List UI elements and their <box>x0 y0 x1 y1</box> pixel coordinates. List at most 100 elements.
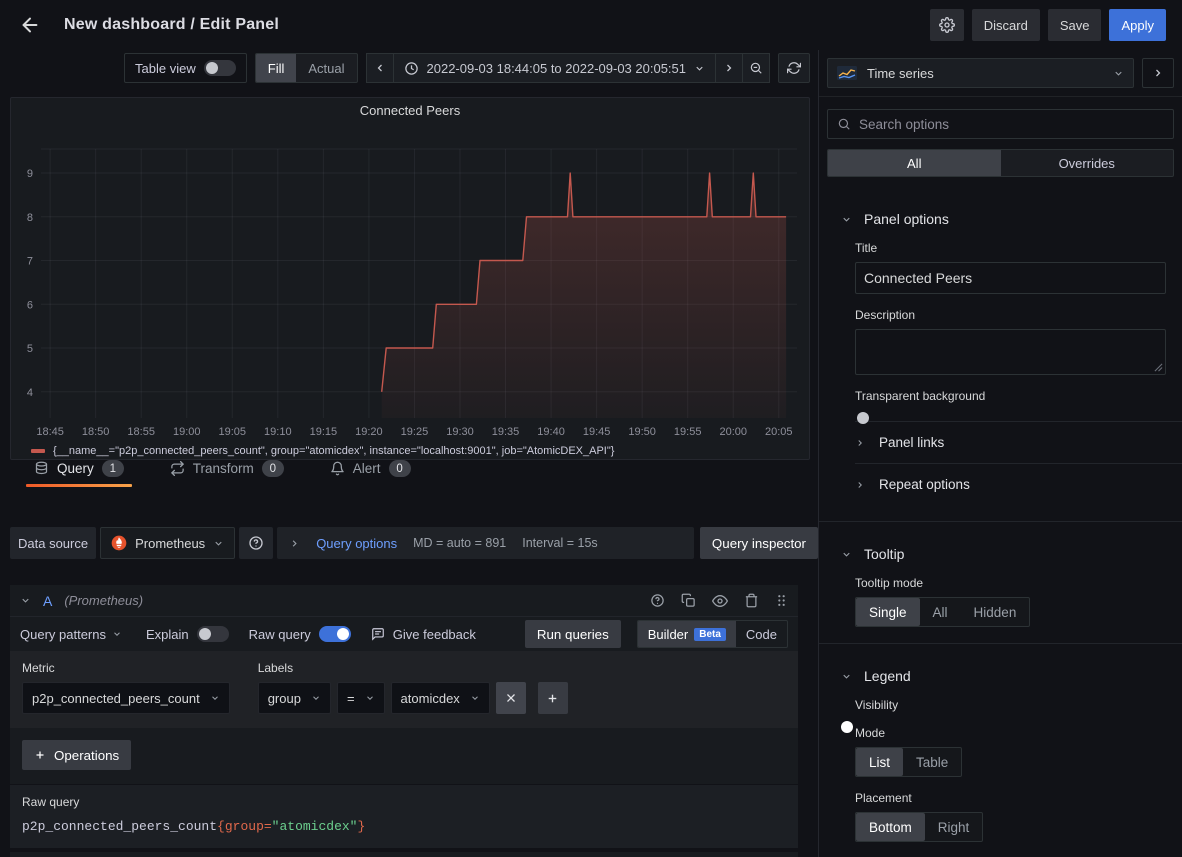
database-icon <box>34 461 49 476</box>
query-patterns-dropdown[interactable]: Query patterns <box>20 627 122 642</box>
main-column: Table view Fill Actual 2022-09-03 18:44:… <box>0 50 818 857</box>
svg-text:6: 6 <box>27 299 33 311</box>
legend-placement-right[interactable]: Right <box>925 813 983 841</box>
panel-toolbar: Table view Fill Actual 2022-09-03 18:44:… <box>0 50 818 90</box>
query-ref-id: A <box>43 593 52 609</box>
add-operations-button[interactable]: Operations <box>22 740 131 770</box>
fill-option[interactable]: Fill <box>256 54 297 82</box>
give-feedback-label: Give feedback <box>393 627 476 642</box>
explain-label: Explain <box>146 627 189 642</box>
tab-alert[interactable]: Alert 0 <box>326 452 415 485</box>
back-arrow-icon[interactable] <box>16 11 44 39</box>
chart-panel: Connected Peers 45678918:4518:5018:5519:… <box>10 97 810 460</box>
tab-transform-count: 0 <box>262 460 284 477</box>
label-key-select[interactable]: group <box>258 682 331 714</box>
query-datasource-hint: (Prometheus) <box>64 593 143 608</box>
svg-text:19:45: 19:45 <box>583 426 611 438</box>
table-view-toggle[interactable] <box>204 60 236 76</box>
actual-option[interactable]: Actual <box>296 54 356 82</box>
plus-icon <box>34 749 46 761</box>
chevron-down-icon[interactable] <box>20 595 31 606</box>
time-picker-group: 2022-09-03 18:44:05 to 2022-09-03 20:05:… <box>366 53 771 83</box>
builder-option[interactable]: Builder Beta <box>638 621 736 647</box>
table-view-group: Table view <box>124 53 247 83</box>
time-shift-forward-button[interactable] <box>715 53 743 83</box>
data-source-help-button[interactable] <box>239 527 273 559</box>
tab-query[interactable]: Query 1 <box>30 452 128 485</box>
repeat-options-row[interactable]: Repeat options <box>855 463 1182 505</box>
legend-placement-bottom[interactable]: Bottom <box>856 813 925 841</box>
tab-query-label: Query <box>57 461 94 476</box>
chevron-down-icon <box>213 538 224 549</box>
tab-overrides[interactable]: Overrides <box>1001 150 1174 176</box>
raw-metric: p2p_connected_peers_count <box>22 819 217 834</box>
run-queries-button[interactable]: Run queries <box>525 620 621 648</box>
raw-brace-open: { <box>217 819 225 834</box>
raw-query-toggle[interactable] <box>319 626 351 642</box>
chevron-down-icon <box>841 671 852 682</box>
labels-label: Labels <box>258 661 568 675</box>
data-source-picker[interactable]: Prometheus <box>100 527 235 559</box>
comment-icon <box>371 627 385 641</box>
query-options-link[interactable]: Query options <box>316 536 397 551</box>
tab-all[interactable]: All <box>828 150 1001 176</box>
tab-transform[interactable]: Transform 0 <box>166 452 288 485</box>
legend-header[interactable]: Legend <box>819 668 1182 684</box>
delete-query-trash-icon[interactable] <box>744 593 759 609</box>
query-options-footer[interactable]: Options Legend: Auto Format: Time series… <box>10 852 798 857</box>
svg-text:20:00: 20:00 <box>719 426 747 438</box>
remove-label-button[interactable] <box>496 682 526 714</box>
tooltip-mode-all[interactable]: All <box>920 598 961 626</box>
give-feedback-link[interactable]: Give feedback <box>371 627 476 642</box>
label-value-select[interactable]: atomicdex <box>391 682 490 714</box>
legend-placement-group: Bottom Right <box>855 812 983 842</box>
save-button[interactable]: Save <box>1048 9 1102 41</box>
query-options-bar[interactable]: Query options MD = auto = 891 Interval =… <box>277 527 694 559</box>
legend-mode-list[interactable]: List <box>856 748 903 776</box>
legend-mode-table[interactable]: Table <box>903 748 961 776</box>
visualization-picker[interactable]: Time series <box>827 58 1134 88</box>
panel-options-header[interactable]: Panel options <box>819 211 1182 227</box>
raw-query-block: Raw query p2p_connected_peers_count{grou… <box>10 784 798 848</box>
duplicate-query-icon[interactable] <box>681 593 696 609</box>
panel-links-row[interactable]: Panel links <box>855 421 1182 463</box>
toggle-visibility-eye-icon[interactable] <box>712 593 728 609</box>
time-series-chart[interactable]: 45678918:4518:5018:5519:0019:0519:1019:1… <box>11 122 807 439</box>
add-label-button[interactable] <box>538 682 568 714</box>
panel-settings-button[interactable] <box>930 9 964 41</box>
options-sidebar: Time series All Overrides Panel options … <box>818 50 1182 857</box>
discard-button[interactable]: Discard <box>972 9 1040 41</box>
panel-options-title: Panel options <box>864 211 949 227</box>
query-inspector-button[interactable]: Query inspector <box>700 527 818 559</box>
drag-handle-icon[interactable] <box>775 593 788 609</box>
time-range-button[interactable]: 2022-09-03 18:44:05 to 2022-09-03 20:05:… <box>393 53 717 83</box>
query-help-icon[interactable] <box>650 593 665 609</box>
visualization-picker-row: Time series <box>819 50 1182 97</box>
code-option[interactable]: Code <box>736 621 787 647</box>
time-shift-back-button[interactable] <box>366 53 394 83</box>
collapse-sidebar-button[interactable] <box>1142 58 1174 88</box>
label-operator-select[interactable]: = <box>337 682 385 714</box>
tooltip-mode-hidden[interactable]: Hidden <box>961 598 1030 626</box>
refresh-icon <box>787 61 801 75</box>
search-options-input[interactable] <box>859 117 1164 132</box>
apply-button[interactable]: Apply <box>1109 9 1166 41</box>
chevron-right-icon <box>855 480 865 490</box>
panel-description-textarea[interactable] <box>855 329 1166 375</box>
refresh-button[interactable] <box>778 53 810 83</box>
tooltip-title: Tooltip <box>864 546 904 562</box>
explain-toggle[interactable] <box>197 626 229 642</box>
query-row-header[interactable]: A (Prometheus) <box>10 585 798 617</box>
svg-text:19:30: 19:30 <box>446 426 474 438</box>
metric-field: Metric p2p_connected_peers_count <box>22 661 230 714</box>
svg-text:18:50: 18:50 <box>82 426 110 438</box>
tooltip-mode-single[interactable]: Single <box>856 598 920 626</box>
panel-title-input[interactable] <box>855 262 1166 294</box>
chevron-down-icon <box>841 549 852 560</box>
metric-select[interactable]: p2p_connected_peers_count <box>22 682 230 714</box>
chevron-down-icon <box>470 693 480 703</box>
zoom-out-button[interactable] <box>742 53 770 83</box>
visualization-name: Time series <box>867 66 934 81</box>
beta-badge: Beta <box>694 628 726 641</box>
tooltip-header[interactable]: Tooltip <box>819 546 1182 562</box>
